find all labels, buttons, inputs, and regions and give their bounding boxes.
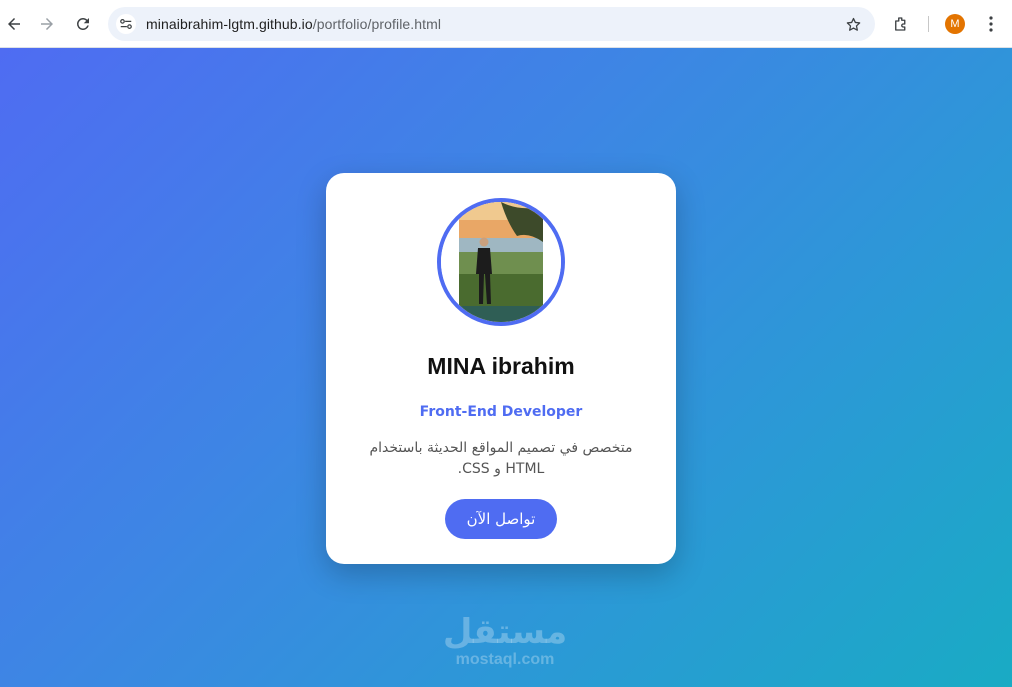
address-bar[interactable]: minaibrahim-lgtm.github.io/portfolio/pro…	[108, 7, 875, 41]
profile-photo	[437, 198, 565, 326]
watermark-logo: مستقل mostaql.com	[440, 613, 570, 669]
extensions-icon[interactable]	[890, 13, 912, 35]
watermark-latin: mostaql.com	[455, 651, 555, 668]
contact-now-button[interactable]: تواصل الآن	[445, 499, 557, 539]
url-host: minaibrahim-lgtm.github.io	[146, 16, 313, 32]
more-menu-icon[interactable]	[983, 13, 999, 35]
url-path: /portfolio/profile.html	[312, 16, 442, 32]
profile-bio: متخصص في تصميم المواقع الحديثة باستخدام …	[369, 440, 633, 477]
profile-avatar[interactable]: M	[945, 14, 965, 34]
browser-toolbar: minaibrahim-lgtm.github.io/portfolio/pro…	[0, 0, 1012, 48]
profile-role: Front-End Developer	[419, 404, 583, 420]
site-settings-icon[interactable]	[116, 14, 136, 34]
profile-photo-image	[441, 202, 561, 322]
forward-arrow-icon[interactable]	[33, 10, 61, 38]
profile-card: MINA ibrahim Front-End Developer متخصص ف…	[326, 173, 676, 564]
star-icon[interactable]	[842, 13, 864, 35]
page-viewport: MINA ibrahim Front-End Developer متخصص ف…	[0, 48, 1012, 687]
watermark-arabic: مستقل	[442, 612, 568, 652]
reload-icon[interactable]	[69, 10, 97, 38]
toolbar-divider	[928, 16, 929, 32]
profile-name: MINA ibrahim	[427, 353, 575, 379]
back-arrow-icon[interactable]	[0, 10, 28, 38]
url-text[interactable]: minaibrahim-lgtm.github.io/portfolio/pro…	[146, 16, 441, 32]
